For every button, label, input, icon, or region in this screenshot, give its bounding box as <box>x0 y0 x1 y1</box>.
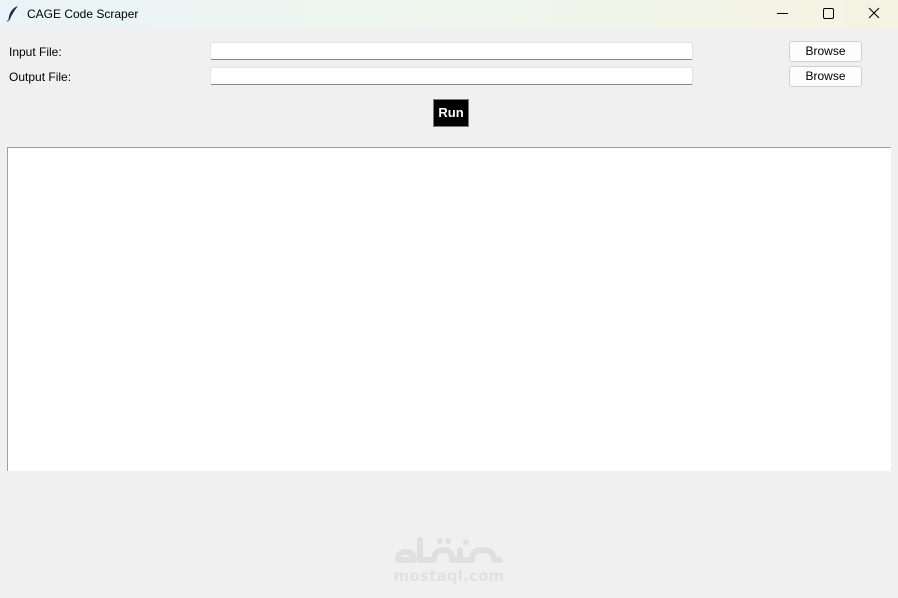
browse-output-button[interactable]: Browse <box>789 66 862 87</box>
run-button[interactable]: Run <box>433 99 469 127</box>
close-button[interactable] <box>851 0 897 28</box>
window-title: CAGE Code Scraper <box>27 7 139 21</box>
mostaql-logo: mostaql.com <box>390 530 508 588</box>
input-file-field[interactable] <box>210 42 693 60</box>
mostaql-logo-icon <box>395 537 503 563</box>
feather-icon <box>7 6 18 22</box>
minimize-button[interactable] <box>760 0 806 28</box>
minimize-icon <box>777 13 788 14</box>
maximize-icon <box>823 8 834 19</box>
output-file-field[interactable] <box>210 67 693 85</box>
browse-input-button[interactable]: Browse <box>789 41 862 62</box>
app-window: CAGE Code Scraper Input File: Browse Out… <box>0 0 898 598</box>
output-text-area[interactable] <box>7 147 891 471</box>
watermark-text: mostaql.com <box>393 567 505 585</box>
input-file-label: Input File: <box>9 45 62 59</box>
close-icon <box>868 7 880 19</box>
maximize-button[interactable] <box>805 0 851 28</box>
title-bar[interactable]: CAGE Code Scraper <box>0 0 898 28</box>
output-file-label: Output File: <box>9 70 72 84</box>
